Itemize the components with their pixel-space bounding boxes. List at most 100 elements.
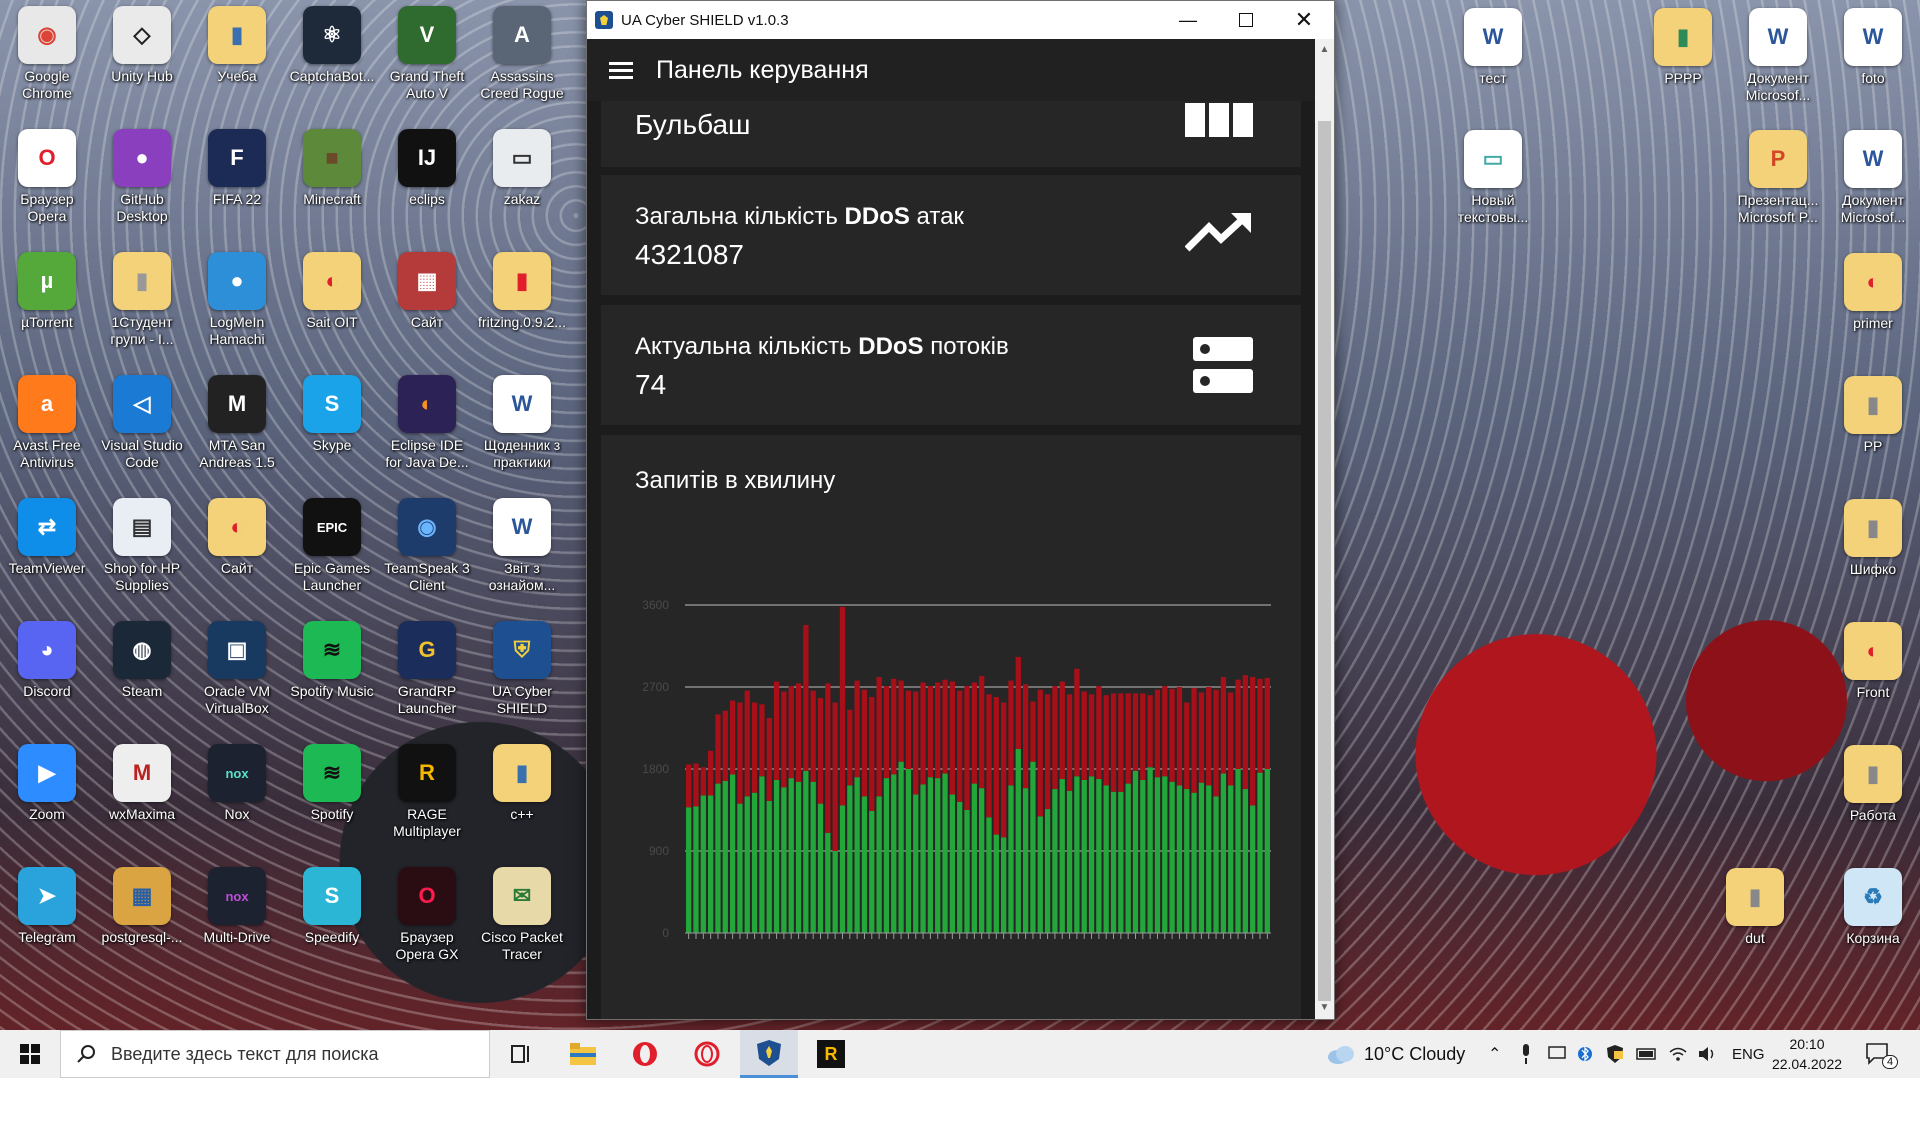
desktop-file-7-shortcut[interactable]: ◐ primer — [1828, 253, 1918, 332]
desktop-app-19-shortcut[interactable]: ◁ Visual Studio Code — [97, 375, 187, 471]
desktop-file-12-label: dut — [1745, 930, 1765, 946]
desktop-app-34-shortcut[interactable]: G GrandRP Launcher — [382, 621, 472, 717]
desktop-app-15-label: Sait OIT — [306, 314, 358, 330]
notifications-button[interactable]: 4 — [1866, 1030, 1906, 1078]
taskbar-search-box[interactable]: Введите здесь текст для поиска — [60, 1030, 490, 1078]
desktop-app-21-shortcut[interactable]: S Skype — [287, 375, 377, 454]
desktop-file-6-shortcut[interactable]: W Документ Microsof... — [1828, 130, 1918, 226]
desktop-file-1-shortcut[interactable]: ▮ РРРР — [1638, 8, 1728, 87]
desktop-app-36-icon: ▶ — [18, 744, 76, 802]
desktop-app-2-shortcut[interactable]: ▮ Учеба — [192, 6, 282, 85]
desktop-app-27-shortcut[interactable]: EPIC Epic Games Launcher — [287, 498, 377, 594]
desktop-app-8-shortcut[interactable]: F FIFA 22 — [192, 129, 282, 208]
desktop-file-10-shortcut[interactable]: ◐ Front — [1828, 622, 1918, 701]
desktop-app-3-shortcut[interactable]: ⚛ CaptchaBot... — [287, 6, 377, 85]
maximize-button[interactable] — [1217, 1, 1275, 39]
desktop-app-12-shortcut[interactable]: µ µTorrent — [2, 252, 92, 331]
desktop-app-44-label: Multi-Drive — [203, 929, 271, 945]
desktop-app-39-shortcut[interactable]: ≋ Spotify — [287, 744, 377, 823]
display-icon[interactable] — [1548, 1030, 1566, 1078]
desktop-app-1-shortcut[interactable]: ◇ Unity Hub — [97, 6, 187, 85]
desktop-app-35-shortcut[interactable]: ⛨ UA Cyber SHIELD — [477, 621, 567, 717]
desktop-app-31-icon: ◍ — [113, 621, 171, 679]
desktop-app-31-shortcut[interactable]: ◍ Steam — [97, 621, 187, 700]
desktop-app-9-shortcut[interactable]: ■ Minecraft — [287, 129, 377, 208]
desktop-app-0-shortcut[interactable]: ◉ Google Chrome — [2, 6, 92, 102]
vertical-scrollbar[interactable]: ▲ ▼ — [1315, 39, 1334, 1019]
desktop-file-5-shortcut[interactable]: P Презентац... Microsoft P... — [1733, 130, 1823, 226]
desktop-app-15-shortcut[interactable]: ◐ Sait OIT — [287, 252, 377, 331]
taskbar-rage-mp[interactable]: R — [802, 1030, 860, 1078]
desktop-app-23-shortcut[interactable]: W Щоденник з практики — [477, 375, 567, 471]
taskbar-opera-gx[interactable] — [678, 1030, 736, 1078]
desktop-app-45-shortcut[interactable]: S Speedify — [287, 867, 377, 946]
scrollbar-thumb[interactable] — [1318, 121, 1331, 1001]
desktop-app-33-shortcut[interactable]: ≋ Spotify Music — [287, 621, 377, 700]
desktop-app-16-shortcut[interactable]: ▦ Сайт — [382, 252, 472, 331]
desktop-app-5-shortcut[interactable]: A Assassins Creed Rogue — [477, 6, 567, 102]
desktop-app-37-shortcut[interactable]: MwxMaxima — [97, 744, 187, 823]
desktop-app-22-shortcut[interactable]: ◐ Eclipse IDE for Java De... — [382, 375, 472, 471]
desktop-app-37-label: wxMaxima — [108, 806, 176, 822]
tray-chevron-icon[interactable]: ⌃ — [1488, 1030, 1501, 1078]
desktop-app-29-shortcut[interactable]: W Звіт з ознайом... — [477, 498, 567, 594]
desktop-file-12-shortcut[interactable]: ▮ dut — [1710, 868, 1800, 947]
desktop-app-6-shortcut[interactable]: O Браузер Opera — [2, 129, 92, 225]
security-shield-icon[interactable] — [1606, 1030, 1624, 1078]
desktop-app-47-shortcut[interactable]: ✉ Cisco Packet Tracer — [477, 867, 567, 963]
desktop-file-11-shortcut[interactable]: ▮ Работа — [1828, 745, 1918, 824]
desktop-app-10-shortcut[interactable]: IJ eclips — [382, 129, 472, 208]
desktop-file-9-shortcut[interactable]: ▮ Шифко — [1828, 499, 1918, 578]
desktop-app-42-shortcut[interactable]: ➤ Telegram — [2, 867, 92, 946]
desktop-app-36-shortcut[interactable]: ▶ Zoom — [2, 744, 92, 823]
desktop-app-44-shortcut[interactable]: nox Multi-Drive — [192, 867, 282, 946]
desktop-app-25-shortcut[interactable]: ▤ Shop for HP Supplies — [97, 498, 187, 594]
microphone-icon[interactable] — [1520, 1030, 1532, 1078]
desktop-app-4-shortcut[interactable]: V Grand Theft Auto V — [382, 6, 472, 102]
desktop-app-41-shortcut[interactable]: ▮ c++ — [477, 744, 567, 823]
desktop-app-43-shortcut[interactable]: ▦ postgresql-... — [97, 867, 187, 946]
desktop-app-7-shortcut[interactable]: ● GitHub Desktop — [97, 129, 187, 225]
desktop-file-5-icon: P — [1749, 130, 1807, 188]
minimize-button[interactable]: — — [1159, 1, 1217, 39]
hamburger-menu-icon[interactable] — [609, 58, 633, 83]
desktop-app-18-shortcut[interactable]: a Avast Free Antivirus — [2, 375, 92, 471]
desktop-app-26-shortcut[interactable]: ◐ Сайт — [192, 498, 282, 577]
desktop-app-32-shortcut[interactable]: ▣ Oracle VM VirtualBox — [192, 621, 282, 717]
desktop-app-17-shortcut[interactable]: ▮ fritzing.0.9.2... — [477, 252, 567, 331]
desktop-app-11-shortcut[interactable]: ▭ zakaz — [477, 129, 567, 208]
battery-icon[interactable] — [1636, 1030, 1658, 1078]
desktop-file-8-shortcut[interactable]: ▮ РР — [1828, 376, 1918, 455]
wifi-icon[interactable] — [1668, 1030, 1688, 1078]
volume-icon[interactable] — [1698, 1030, 1718, 1078]
taskbar-file-explorer[interactable] — [554, 1030, 612, 1078]
taskbar-opera[interactable] — [616, 1030, 674, 1078]
desktop-file-0-shortcut[interactable]: Wтест — [1448, 8, 1538, 87]
clock[interactable]: 20:10 22.04.2022 — [1772, 1030, 1842, 1078]
rage-icon: R — [817, 1040, 845, 1068]
close-button[interactable]: ✕ — [1275, 1, 1333, 39]
desktop-file-4-shortcut[interactable]: ▭ Новый текстовы... — [1448, 130, 1538, 226]
desktop-app-13-shortcut[interactable]: ▮ 1Студент групи - I... — [97, 252, 187, 348]
task-view-button[interactable] — [492, 1030, 550, 1078]
bar-segment — [1088, 694, 1095, 777]
desktop-app-24-shortcut[interactable]: ⇄ TeamViewer — [2, 498, 92, 577]
desktop-app-28-shortcut[interactable]: ◉ TeamSpeak 3 Client — [382, 498, 472, 594]
desktop-app-40-shortcut[interactable]: R RAGE Multiplayer — [382, 744, 472, 840]
weather-widget[interactable]: 10°C Cloudy — [1326, 1030, 1465, 1078]
start-button[interactable] — [0, 1030, 60, 1078]
taskbar-ua-cyber-shield[interactable] — [740, 1030, 798, 1078]
desktop-app-46-shortcut[interactable]: O Браузер Opera GX — [382, 867, 472, 963]
scroll-up-arrow-icon[interactable]: ▲ — [1315, 41, 1334, 59]
desktop-app-14-shortcut[interactable]: ● LogMeIn Hamachi — [192, 252, 282, 348]
desktop-file-2-shortcut[interactable]: W Документ Microsof... — [1733, 8, 1823, 104]
language-indicator[interactable]: ENG — [1732, 1030, 1765, 1078]
desktop-app-30-shortcut[interactable]: ◕ Discord — [2, 621, 92, 700]
window-titlebar[interactable]: UA Cyber SHIELD v1.0.3 — ✕ — [587, 1, 1334, 39]
bluetooth-icon[interactable] — [1578, 1030, 1592, 1078]
desktop-file-3-shortcut[interactable]: Wfoto — [1828, 8, 1918, 87]
scroll-down-arrow-icon[interactable]: ▼ — [1315, 999, 1334, 1017]
desktop-app-38-shortcut[interactable]: nox Nox — [192, 744, 282, 823]
desktop-file-13-shortcut[interactable]: ♻ Корзина — [1828, 868, 1918, 947]
desktop-app-20-shortcut[interactable]: M MTA San Andreas 1.5 — [192, 375, 282, 471]
